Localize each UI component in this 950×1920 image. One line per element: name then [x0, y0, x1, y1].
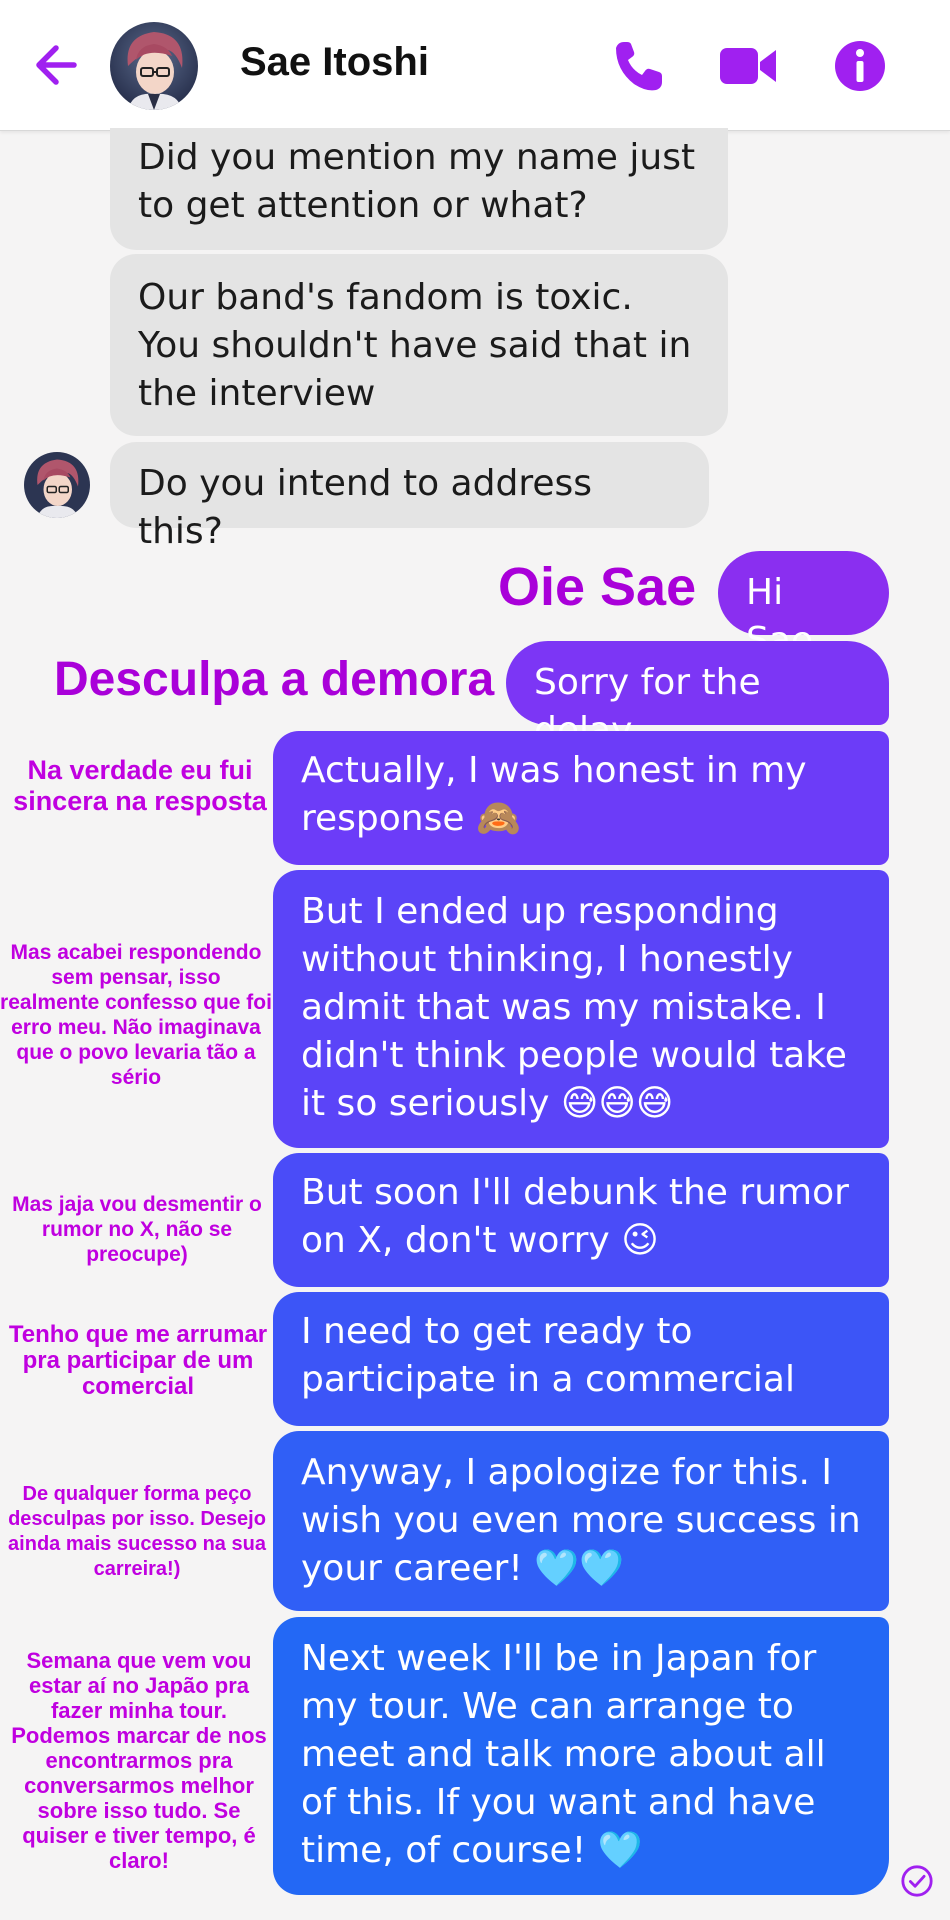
message-text: Do you intend to address this? [138, 463, 592, 552]
sender-avatar[interactable] [24, 452, 90, 518]
outgoing-message[interactable]: I need to get ready to participate in a … [273, 1292, 889, 1426]
outgoing-message[interactable]: Next week I'll be in Japan for my tour. … [273, 1617, 889, 1895]
outgoing-message[interactable]: Hi Sae [718, 551, 889, 661]
avatar[interactable] [110, 22, 198, 110]
translation-note: Oie Sae [498, 557, 697, 617]
translation-note: Semana que vem vou estar aí no Japão pra… [11, 1648, 267, 1873]
outgoing-message[interactable]: Sorry for the delay [506, 641, 889, 751]
wink-emoji-icon: 😉 [621, 1220, 659, 1261]
outgoing-message[interactable]: But I ended up responding without thinki… [273, 870, 889, 1148]
chat-header: Sae Itoshi [0, 0, 950, 131]
monkey-emoji-icon: 🙈 [475, 798, 521, 839]
seen-check-icon [901, 1865, 933, 1897]
sweat-smile-emoji-icon: 😅😅😅 [560, 1083, 674, 1124]
message-text: Actually, I was honest in my response [301, 750, 807, 839]
translation-note: De qualquer forma peço desculpas por iss… [8, 1483, 266, 1580]
message-text: But soon I'll debunk the rumor on X, don… [301, 1172, 849, 1261]
incoming-message[interactable]: Do you intend to address this? [110, 442, 709, 552]
translation-note: Desculpa a demora [54, 653, 495, 706]
light-blue-heart-emoji-icon: 🩵🩵 [534, 1548, 624, 1589]
translation-note: Tenho que me arrumar pra participar de u… [8, 1321, 268, 1400]
video-camera-icon[interactable] [718, 36, 778, 96]
incoming-message[interactable]: Did you mention my name just to get atte… [110, 128, 728, 250]
info-icon[interactable] [830, 36, 890, 96]
message-text: Our band's fandom is toxic. You shouldn'… [138, 277, 692, 414]
contact-name: Sae Itoshi [240, 40, 429, 84]
phone-icon[interactable] [608, 36, 668, 96]
translation-note: Mas jaja vou desmentir o rumor no X, não… [12, 1193, 262, 1266]
translation-note: Na verdade eu fui sincera na resposta [13, 755, 267, 816]
light-blue-heart-emoji-icon: 🩵 [597, 1830, 643, 1871]
outgoing-message[interactable]: But soon I'll debunk the rumor on X, don… [273, 1153, 889, 1287]
message-text: Next week I'll be in Japan for my tour. … [301, 1638, 826, 1871]
incoming-message[interactable]: Our band's fandom is toxic. You shouldn'… [110, 254, 728, 436]
translation-note: Mas acabei respondendo sem pensar, isso … [0, 941, 272, 1089]
message-text: Did you mention my name just to get atte… [138, 137, 696, 226]
message-text: I need to get ready to participate in a … [301, 1311, 795, 1400]
back-arrow-icon[interactable] [30, 35, 86, 95]
outgoing-message[interactable]: Anyway, I apologize for this. I wish you… [273, 1431, 889, 1611]
outgoing-message[interactable]: Actually, I was honest in my response 🙈 [273, 731, 889, 865]
